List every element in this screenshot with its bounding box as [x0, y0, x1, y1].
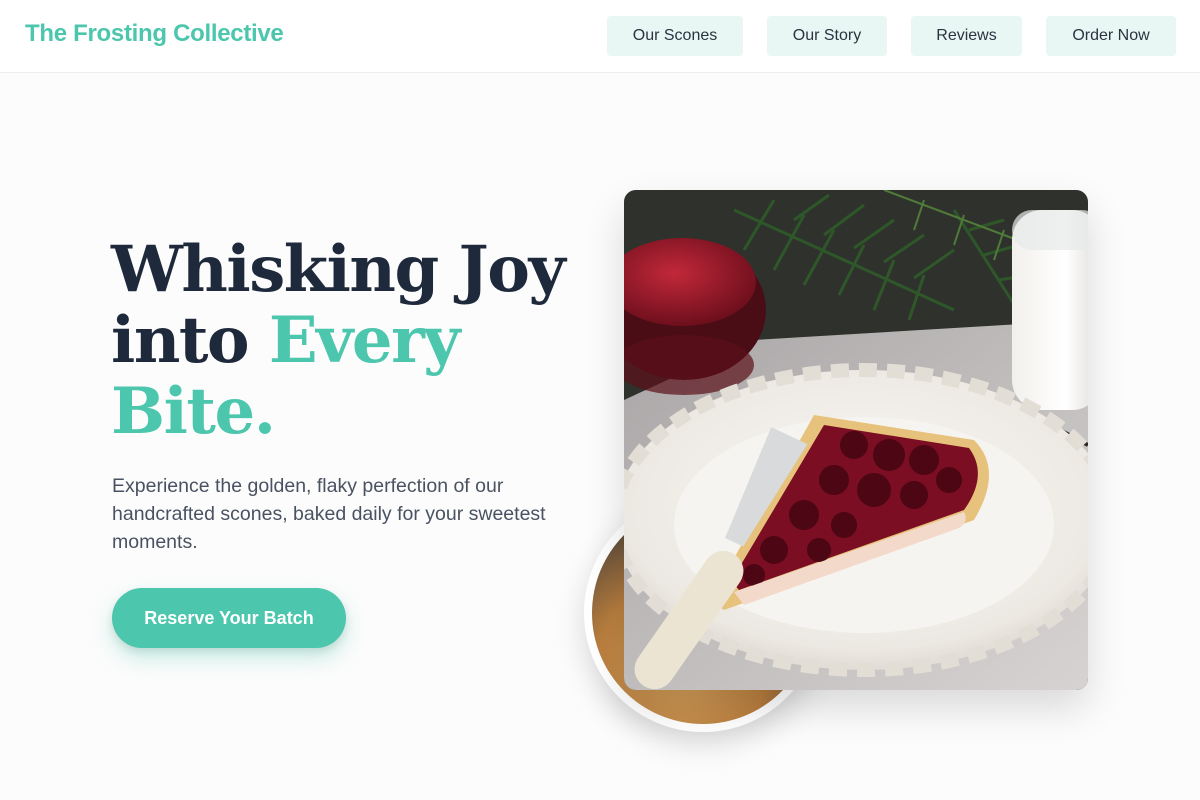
site-header: The Frosting Collective Our Scones Our S… — [0, 0, 1200, 73]
hero-headline: Whisking Joy into Every Bite. — [111, 234, 581, 447]
hero-tagline: Experience the golden, flaky perfection … — [112, 475, 546, 553]
hero-photo — [624, 190, 1088, 690]
brand-logo[interactable]: The Frosting Collective — [25, 20, 284, 48]
nav-our-story[interactable]: Our Story — [767, 16, 887, 56]
nav-our-scones[interactable]: Our Scones — [607, 16, 743, 56]
nav-order-now[interactable]: Order Now — [1046, 16, 1176, 56]
headline-line-2: into — [111, 303, 269, 378]
cherry-tart-illustration — [624, 190, 1088, 690]
nav-reviews[interactable]: Reviews — [911, 16, 1022, 56]
headline-accent-every: Every — [268, 303, 461, 378]
reserve-batch-button[interactable]: Reserve Your Batch — [112, 588, 346, 648]
headline-accent-bite: Bite. — [111, 374, 276, 449]
headline-line-1: Whisking Joy — [111, 232, 566, 307]
